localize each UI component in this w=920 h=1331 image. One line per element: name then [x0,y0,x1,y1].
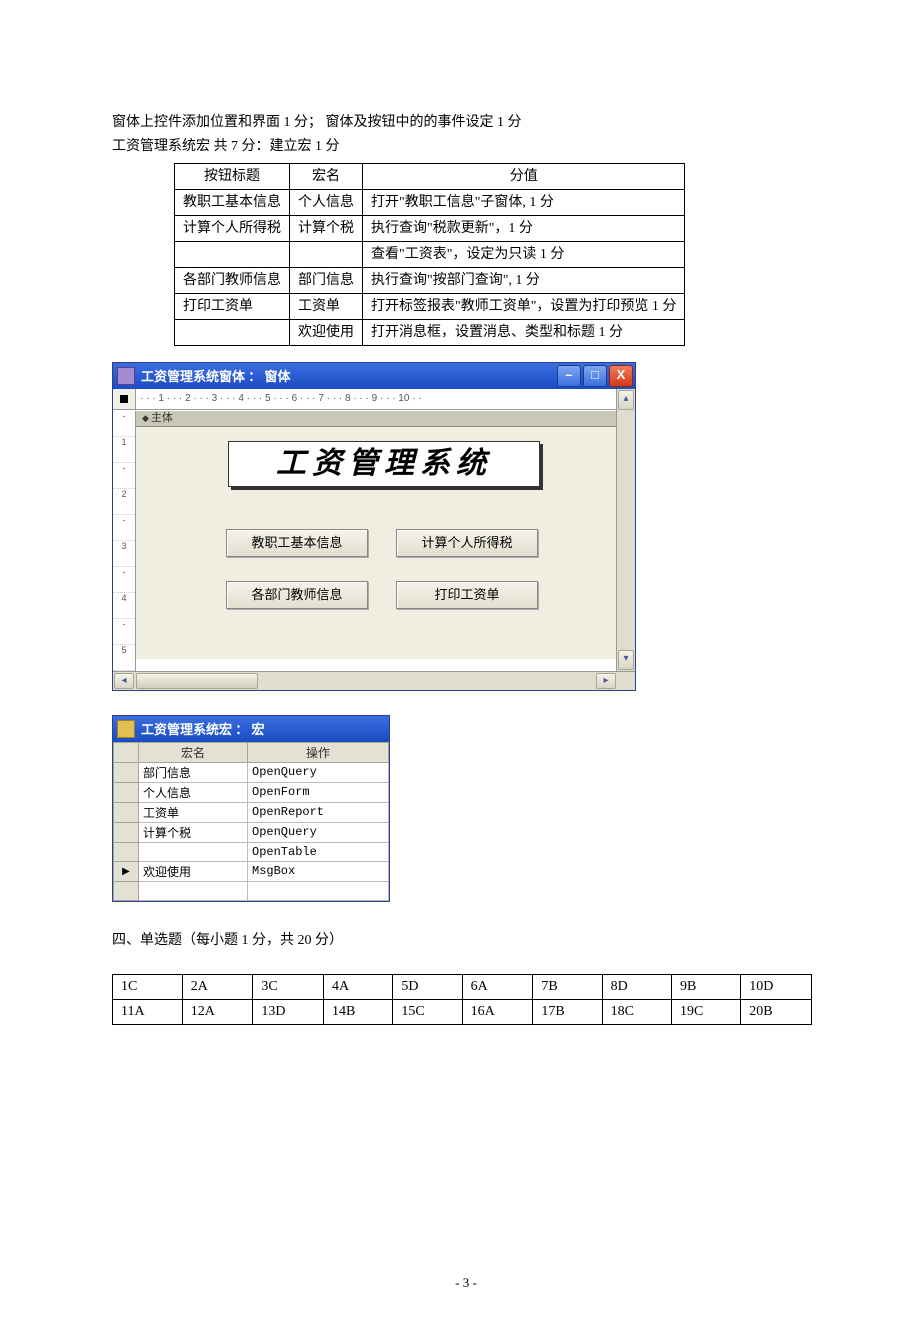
table-row[interactable]: 部门信息OpenQuery [114,762,389,782]
staff-info-button[interactable]: 教职工基本信息 [226,529,368,557]
table-row: 查看"工资表"，设定为只读 1 分 [175,241,685,267]
macro-window: 工资管理系统宏 ： 宏 宏名 操作 部门信息OpenQuery 个人信息Open… [112,715,390,902]
vertical-ruler[interactable]: - 1 - 2 - 3 - 4 - 5 [113,411,136,671]
score-head-macro-name: 宏名 [290,163,363,189]
table-row[interactable]: 工资单OpenReport [114,802,389,822]
macro-name-header: 宏名 [139,742,248,762]
scroll-right-button[interactable]: ▸ [596,673,616,689]
table-row[interactable] [114,881,389,900]
horizontal-ruler[interactable]: · · · 1 · · · 2 · · · 3 · · · 4 · · · 5 … [136,389,616,410]
macro-table[interactable]: 宏名 操作 部门信息OpenQuery 个人信息OpenForm 工资单Open… [113,742,389,901]
macro-icon [117,720,135,738]
table-row[interactable]: ▶欢迎使用MsgBox [114,861,389,881]
scroll-thumb[interactable] [136,673,258,689]
intro-line-2: 工资管理系统宏 共 7 分：建立宏 1 分 [112,136,820,158]
horizontal-scrollbar[interactable]: ◂ ▸ [113,671,635,690]
table-row[interactable]: 个人信息OpenForm [114,782,389,802]
table-row: 打印工资单 工资单 打开标签报表"教师工资单"，设置为打印预览 1 分 [175,293,685,319]
form-canvas[interactable]: 主体 工资管理系统 教职工基本信息 计算个人所得税 各部门教师信息 打印工资单 [136,411,616,659]
table-row: 1C 2A 3C 4A 5D 6A 7B 8D 9B 10D [113,975,812,1000]
section-4-title: 四、单选题（每小题 1 分，共 20 分） [112,930,820,952]
table-row[interactable]: OpenTable [114,842,389,861]
window-title: 工资管理系统窗体 ： 窗体 [139,366,557,385]
form-designer-window: 工资管理系统窗体 ： 窗体 – □ X · · · 1 · · · 2 · · … [112,362,636,691]
maximize-button[interactable]: □ [583,365,607,387]
scroll-down-button[interactable]: ▾ [618,650,634,670]
titlebar[interactable]: 工资管理系统窗体 ： 窗体 – □ X [113,363,635,389]
section-header-body[interactable]: 主体 [136,411,616,427]
macro-action-header: 操作 [248,742,389,762]
dept-teacher-button[interactable]: 各部门教师信息 [226,581,368,609]
vertical-scrollbar[interactable]: ▾ [616,411,635,671]
ruler-corner[interactable] [113,389,136,410]
score-head-button-title: 按钮标题 [175,163,290,189]
minimize-button[interactable]: – [557,365,581,387]
table-row: 11A 12A 13D 14B 15C 16A 17B 18C 19C 20B [113,1000,812,1025]
scroll-up-button[interactable]: ▴ [618,390,634,410]
table-row: 各部门教师信息 部门信息 执行查询"按部门查询", 1 分 [175,267,685,293]
close-button[interactable]: X [609,365,633,387]
table-row: 欢迎使用 打开消息框，设置消息、类型和标题 1 分 [175,319,685,345]
window-title: 工资管理系统宏 ： 宏 [139,719,389,738]
intro-line-1: 窗体上控件添加位置和界面 1 分； 窗体及按钮中的的事件设定 1 分 [112,112,820,134]
scroll-left-button[interactable]: ◂ [114,673,134,689]
table-row[interactable]: 计算个税OpenQuery [114,822,389,842]
form-icon [117,367,135,385]
row-selector-header [114,742,139,762]
page-number: - 3 - [112,1275,820,1291]
table-row: 计算个人所得税 计算个税 执行查询"税款更新"，1 分 [175,215,685,241]
calc-tax-button[interactable]: 计算个人所得税 [396,529,538,557]
answers-table: 1C 2A 3C 4A 5D 6A 7B 8D 9B 10D 11A 12A 1… [112,974,812,1025]
form-title-label[interactable]: 工资管理系统 [228,441,540,487]
table-row: 教职工基本信息 个人信息 打开"教职工信息"子窗体, 1 分 [175,189,685,215]
titlebar[interactable]: 工资管理系统宏 ： 宏 [113,716,389,742]
scoring-table: 按钮标题 宏名 分值 教职工基本信息 个人信息 打开"教职工信息"子窗体, 1 … [174,163,685,346]
score-head-score: 分值 [363,163,685,189]
print-payroll-button[interactable]: 打印工资单 [396,581,538,609]
